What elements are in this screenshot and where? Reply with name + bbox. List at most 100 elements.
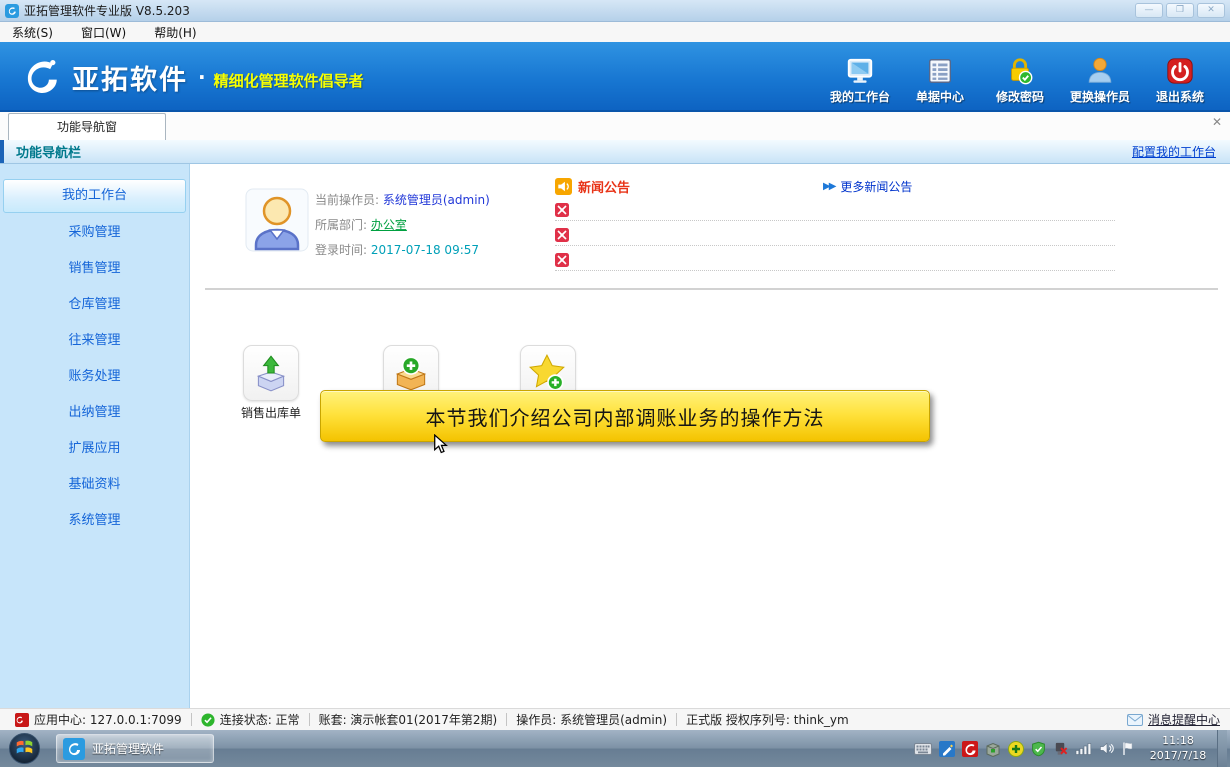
star-plus-icon [527, 352, 569, 394]
tab-strip: 功能导航窗 ✕ [0, 112, 1230, 140]
sidebar-item-warehouse[interactable]: 仓库管理 [0, 287, 189, 323]
news-item-icon [555, 228, 569, 242]
operator-icon [1085, 56, 1115, 86]
menu-window[interactable]: 窗口(W) [81, 24, 126, 41]
workspace-close-icon[interactable]: ✕ [1212, 115, 1222, 129]
brand-block: 亚拓软件 · 精细化管理软件倡导者 [20, 56, 364, 98]
document-center-label: 单据中心 [916, 88, 964, 105]
system-tray [914, 741, 1135, 757]
configure-workspace-link[interactable]: 配置我的工作台 [1132, 143, 1216, 160]
shortcut-sales-outbound[interactable] [243, 345, 299, 401]
sidebar-item-purchasing[interactable]: 采购管理 [0, 215, 189, 251]
envelope-icon [1127, 714, 1143, 726]
check-circle-icon [201, 713, 215, 727]
yato-tray-icon[interactable] [962, 741, 978, 757]
operator-value: 系统管理员(admin) [383, 193, 490, 207]
sidebar-item-accounting[interactable]: 账务处理 [0, 359, 189, 395]
lock-check-icon [1005, 56, 1035, 86]
clock-date: 2017/7/18 [1145, 749, 1211, 764]
user-info: 当前操作员: 系统管理员(admin) 所属部门: 办公室 登录时间: 2017… [315, 188, 490, 263]
connection-status: 连接状态: 正常 [192, 711, 309, 728]
mouse-cursor [433, 434, 448, 455]
device-error-icon[interactable] [1053, 741, 1068, 757]
login-time-value: 2017-07-18 09:57 [371, 243, 479, 257]
window-title: 亚拓管理软件专业版 V8.5.203 [24, 2, 190, 19]
news-item-icon [555, 203, 569, 217]
sidebar-item-sales[interactable]: 销售管理 [0, 251, 189, 287]
news-item-row[interactable] [555, 221, 1115, 246]
nav-accent-bar [0, 140, 4, 163]
change-password-button[interactable]: 修改密码 [980, 54, 1060, 107]
sidebar: 我的工作台 采购管理 销售管理 仓库管理 往来管理 账务处理 出纳管理 扩展应用… [0, 164, 190, 708]
menu-help[interactable]: 帮助(H) [154, 24, 196, 41]
tab-function-navigation[interactable]: 功能导航窗 [8, 113, 166, 140]
shield-icon[interactable] [1031, 741, 1046, 757]
account-set-status: 账套: 演示帐套01(2017年第2期) [310, 711, 507, 728]
network-icon[interactable] [1075, 742, 1092, 755]
restore-button[interactable]: ❐ [1166, 3, 1194, 18]
my-workspace-button[interactable]: 我的工作台 [820, 54, 900, 107]
department-value: 办公室 [371, 218, 407, 232]
header-toolbar: 我的工作台 单据中心 修改密码 更换操作员 退出系统 [820, 54, 1220, 107]
circle-plus-icon[interactable] [1008, 741, 1024, 757]
taskbar: 亚拓管理软件 11:18 2017/7/18 [0, 730, 1230, 767]
sidebar-item-base-data[interactable]: 基础资料 [0, 467, 189, 503]
title-bar: 亚拓管理软件专业版 V8.5.203 — ❐ ✕ [0, 0, 1230, 22]
taskbar-clock[interactable]: 11:18 2017/7/18 [1145, 734, 1211, 764]
plugin-box-icon[interactable] [985, 741, 1001, 757]
close-button[interactable]: ✕ [1197, 3, 1225, 18]
input-tool-icon[interactable] [939, 741, 955, 757]
sidebar-item-system[interactable]: 系统管理 [0, 503, 189, 539]
news-title: 新闻公告 [578, 177, 630, 196]
menu-bar: 系统(S) 窗口(W) 帮助(H) [0, 22, 1230, 42]
message-center-label: 消息提醒中心 [1148, 711, 1220, 728]
show-desktop-button[interactable] [1217, 730, 1227, 767]
sidebar-item-extensions[interactable]: 扩展应用 [0, 431, 189, 467]
brand-separator: · [198, 65, 206, 89]
app-header: 亚拓软件 · 精细化管理软件倡导者 我的工作台 单据中心 修改密码 更换操作员 [0, 42, 1230, 112]
tutorial-banner: 本节我们介绍公司内部调账业务的操作方法 [320, 390, 930, 442]
speaker-icon [555, 178, 572, 195]
power-icon [1165, 56, 1195, 86]
message-center-link[interactable]: 消息提醒中心 [1127, 711, 1224, 728]
minimize-button[interactable]: — [1135, 3, 1163, 18]
app-center-text: 应用中心: 127.0.0.1:7099 [34, 711, 182, 728]
taskbar-app-icon [63, 738, 85, 760]
news-item-row[interactable] [555, 246, 1115, 271]
content-divider [205, 288, 1218, 290]
taskbar-app-label: 亚拓管理软件 [92, 740, 164, 757]
exit-system-button[interactable]: 退出系统 [1140, 54, 1220, 107]
main-content: 当前操作员: 系统管理员(admin) 所属部门: 办公室 登录时间: 2017… [190, 164, 1230, 708]
document-list-icon [925, 56, 955, 86]
more-news-link[interactable]: ▶▶ 更多新闻公告 [823, 178, 912, 195]
more-news-label: 更多新闻公告 [840, 178, 912, 195]
sales-outbound-box-icon [250, 352, 292, 394]
news-item-row[interactable] [555, 196, 1115, 221]
flag-icon[interactable] [1121, 741, 1135, 756]
change-password-label: 修改密码 [996, 88, 1044, 105]
login-time-label: 登录时间: [315, 243, 367, 257]
app-window: 亚拓管理软件专业版 V8.5.203 — ❐ ✕ 系统(S) 窗口(W) 帮助(… [0, 0, 1230, 767]
news-item-icon [555, 253, 569, 267]
news-panel: 新闻公告 ▶▶ 更多新闻公告 [555, 176, 1115, 271]
start-button[interactable] [8, 732, 41, 765]
shortcut-sales-outbound-label: 销售出库单 [228, 404, 314, 421]
double-arrow-icon: ▶▶ [823, 181, 834, 192]
sidebar-item-my-workspace[interactable]: 我的工作台 [3, 179, 186, 213]
switch-operator-label: 更换操作员 [1070, 88, 1130, 105]
keyboard-icon[interactable] [914, 743, 932, 755]
sidebar-item-contacts[interactable]: 往来管理 [0, 323, 189, 359]
sidebar-item-cashier[interactable]: 出纳管理 [0, 395, 189, 431]
operator-label: 当前操作员: [315, 193, 379, 207]
document-center-button[interactable]: 单据中心 [900, 54, 980, 107]
function-nav-bar: 功能导航栏 配置我的工作台 [0, 140, 1230, 164]
brand-name: 亚拓软件 [72, 58, 188, 97]
volume-icon[interactable] [1099, 742, 1114, 755]
my-workspace-label: 我的工作台 [830, 88, 890, 105]
switch-operator-button[interactable]: 更换操作员 [1060, 54, 1140, 107]
menu-system[interactable]: 系统(S) [12, 24, 53, 41]
taskbar-app-button[interactable]: 亚拓管理软件 [56, 734, 214, 763]
status-bar: 应用中心: 127.0.0.1:7099 连接状态: 正常 账套: 演示帐套01… [0, 708, 1230, 730]
brand-tagline: 精细化管理软件倡导者 [214, 70, 364, 91]
avatar [245, 188, 309, 252]
